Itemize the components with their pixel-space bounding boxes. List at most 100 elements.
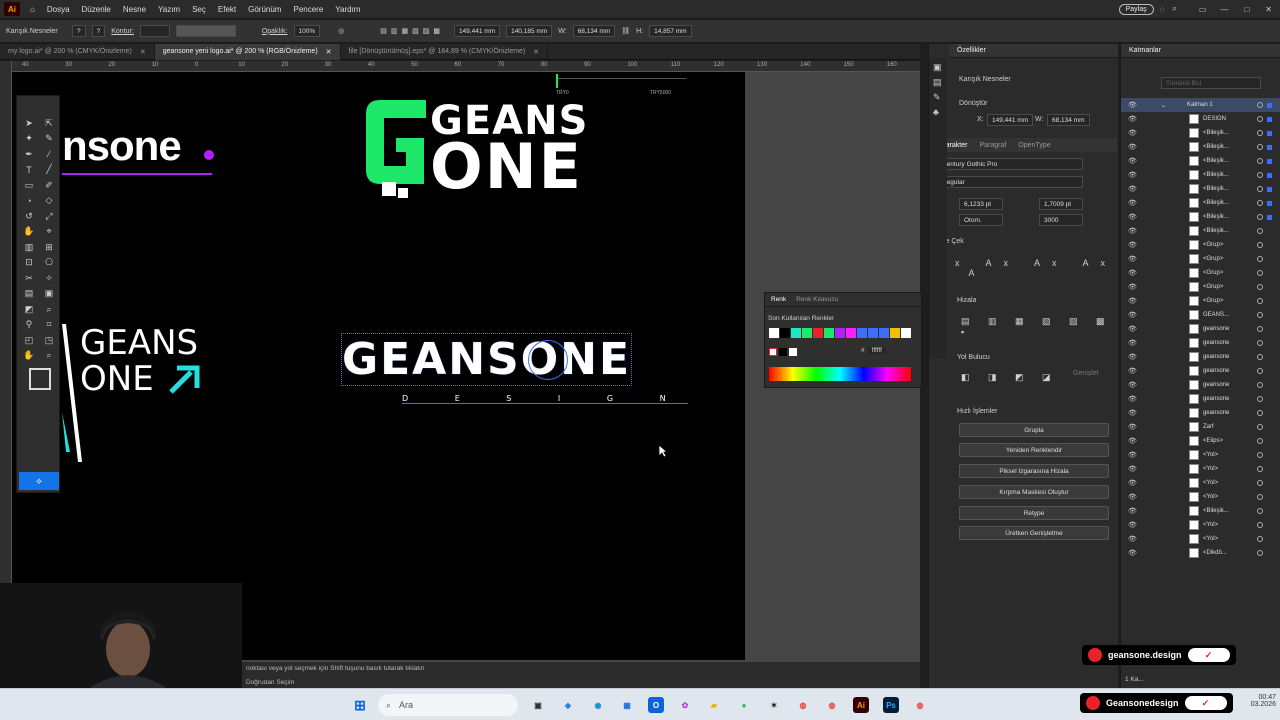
layer-row-label[interactable]: geansone bbox=[1203, 396, 1229, 402]
constrain-icon[interactable]: ⛓ bbox=[621, 27, 630, 35]
target-icon[interactable] bbox=[1257, 228, 1263, 234]
target-icon[interactable] bbox=[1257, 102, 1263, 108]
none-swatch[interactable] bbox=[769, 348, 777, 356]
recent-color-swatch[interactable] bbox=[769, 328, 779, 338]
eye-icon[interactable]: 👁 bbox=[1128, 465, 1137, 473]
tool-icon[interactable]: ➤ bbox=[21, 116, 37, 130]
eye-icon[interactable]: 👁 bbox=[1128, 199, 1137, 207]
x-input[interactable]: 149,441 mm bbox=[453, 25, 501, 37]
tool-icon[interactable]: ⇱ bbox=[41, 116, 57, 130]
target-icon[interactable] bbox=[1257, 312, 1263, 318]
close-icon[interactable]: ✕ bbox=[533, 48, 539, 56]
tool-icon[interactable]: ⊞ bbox=[41, 240, 57, 254]
layer-row[interactable]: 👁 geansone bbox=[1121, 336, 1280, 350]
layer-row-label[interactable]: <Bileşik... bbox=[1203, 186, 1229, 192]
layer-row[interactable]: 👁 geansone bbox=[1121, 378, 1280, 392]
target-icon[interactable] bbox=[1257, 116, 1263, 122]
layer-row-label[interactable]: <Bileşik... bbox=[1203, 158, 1229, 164]
target-icon[interactable] bbox=[1257, 438, 1263, 444]
recent-color-swatch[interactable] bbox=[890, 328, 900, 338]
font-family-select[interactable]: Century Gothic Pro bbox=[937, 158, 1083, 170]
layer-row[interactable]: 👁 <Bileşik... bbox=[1121, 140, 1280, 154]
layer-row[interactable]: 👁 <Yol> bbox=[1121, 532, 1280, 546]
stroke-weight-input[interactable] bbox=[139, 25, 170, 37]
chrome-profile-icon[interactable]: ◍ bbox=[824, 697, 840, 713]
target-icon[interactable] bbox=[1257, 396, 1263, 402]
layer-row-label[interactable]: GEANS... bbox=[1203, 312, 1229, 318]
tab-file-converted[interactable]: file [Dönüştürülmüş].eps* @ 184,89 % (CM… bbox=[341, 43, 549, 60]
tab-color-guide[interactable]: Renk Kılavuzu bbox=[796, 296, 838, 303]
layer-row-label[interactable]: <Grup> bbox=[1203, 242, 1223, 248]
layer-row[interactable]: 👁 <Grup> bbox=[1121, 252, 1280, 266]
font-style-select[interactable]: Regular bbox=[937, 176, 1083, 188]
eye-icon[interactable]: 👁 bbox=[1128, 353, 1137, 361]
tool-icon[interactable]: ↺ bbox=[21, 209, 37, 223]
eye-icon[interactable]: 👁 bbox=[1128, 535, 1137, 543]
layer-row-label[interactable]: <Yol> bbox=[1203, 480, 1218, 486]
eye-icon[interactable]: 👁 bbox=[1128, 409, 1137, 417]
libraries-icon[interactable]: ▤ bbox=[933, 77, 943, 88]
tool-icon[interactable]: ╱ bbox=[41, 163, 57, 177]
chevron-down-icon[interactable]: ⌄ bbox=[1161, 102, 1166, 109]
spotify-icon[interactable]: ● bbox=[736, 697, 752, 713]
tool-icon[interactable]: ▥ bbox=[21, 240, 37, 254]
eye-icon[interactable]: 👁 bbox=[1128, 451, 1137, 459]
pathfinder-icons[interactable]: ◧ ◨ ◩ ◪ bbox=[961, 372, 1059, 383]
layer-row-label[interactable]: DESIGN bbox=[1203, 116, 1226, 122]
target-icon[interactable] bbox=[1257, 298, 1263, 304]
tab-my-logo[interactable]: my logo.ai* @ 200 % (CMYK/Önizleme) ✕ bbox=[0, 43, 155, 60]
stroke-swatch[interactable]: ? bbox=[91, 25, 106, 37]
target-icon[interactable] bbox=[1257, 144, 1263, 150]
hex-value[interactable]: ffffff bbox=[867, 347, 886, 354]
layer-row-label[interactable]: <Bileşik... bbox=[1203, 172, 1229, 178]
layer-row-label[interactable]: <Bileşik... bbox=[1203, 508, 1229, 514]
target-icon[interactable] bbox=[1257, 130, 1263, 136]
layer-row-label[interactable]: <Grup> bbox=[1203, 298, 1223, 304]
target-icon[interactable] bbox=[1257, 242, 1263, 248]
layer-row[interactable]: 👁 GEANS... bbox=[1121, 308, 1280, 322]
layers-title[interactable]: Katmanlar bbox=[1121, 44, 1280, 58]
layer-row-label[interactable]: <Yol> bbox=[1203, 494, 1218, 500]
tool-icon[interactable]: ▣ bbox=[41, 287, 57, 301]
layer-row[interactable]: 👁 <Grup> bbox=[1121, 238, 1280, 252]
eye-icon[interactable]: 👁 bbox=[1128, 283, 1137, 291]
target-icon[interactable] bbox=[1257, 382, 1263, 388]
layer-row[interactable]: 👁 <Bileşik... bbox=[1121, 182, 1280, 196]
tool-icon[interactable]: ◳ bbox=[41, 333, 57, 347]
copilot-icon[interactable]: ◆ bbox=[560, 697, 576, 713]
layer-row[interactable]: 👁 <Bileşik... bbox=[1121, 196, 1280, 210]
target-icon[interactable] bbox=[1257, 200, 1263, 206]
recent-color-swatch[interactable] bbox=[857, 328, 867, 338]
eye-icon[interactable]: 👁 bbox=[1128, 213, 1137, 221]
tool-icon[interactable]: ◇ bbox=[41, 194, 57, 208]
photos-icon[interactable]: ✿ bbox=[677, 697, 693, 713]
layer-row-label[interactable]: <Elips> bbox=[1203, 438, 1223, 444]
font-size-input[interactable]: 6,1233 pt bbox=[959, 198, 1003, 210]
edit-toolbar-button[interactable]: ⟡ bbox=[19, 472, 59, 490]
recolor-button[interactable]: Yeniden Renklendir bbox=[959, 443, 1109, 457]
outlook-icon[interactable]: O bbox=[648, 697, 664, 713]
layer-row[interactable]: 👁 <Bileşik... bbox=[1121, 154, 1280, 168]
close-icon[interactable]: ✕ bbox=[326, 48, 332, 56]
tool-icon[interactable]: T bbox=[21, 163, 37, 177]
app-icon[interactable]: ✶ bbox=[766, 697, 782, 713]
tool-icon[interactable]: ⌗ bbox=[41, 318, 57, 332]
maximize-icon[interactable]: □ bbox=[1244, 5, 1249, 14]
ruler-horizontal[interactable]: 40 30 20 10 0 10 20 30 40 50 60 70 80 90 100 110 120 130 1… bbox=[12, 61, 920, 72]
layer-row[interactable]: 👁 geansone bbox=[1121, 406, 1280, 420]
layer-row-label[interactable]: <Dikdö... bbox=[1203, 550, 1227, 556]
recent-color-swatch[interactable] bbox=[879, 328, 889, 338]
tool-icon[interactable]: ✋ bbox=[21, 225, 37, 239]
tool-icon[interactable]: ◰ bbox=[21, 333, 37, 347]
layer-row-label[interactable]: <Yol> bbox=[1203, 522, 1218, 528]
layer-row-label[interactable]: geansone bbox=[1203, 340, 1229, 346]
target-icon[interactable] bbox=[1257, 508, 1263, 514]
target-icon[interactable] bbox=[1257, 368, 1263, 374]
tool-icon[interactable]: ⤢ bbox=[41, 209, 57, 223]
chrome-icon[interactable]: ◍ bbox=[795, 697, 811, 713]
windows-start-icon[interactable]: ⊞ bbox=[352, 697, 368, 713]
layer-row-main[interactable]: 👁 ⌄ Katman 1 bbox=[1121, 98, 1280, 112]
kerning-input[interactable]: Otom. bbox=[959, 214, 1003, 226]
close-window-icon[interactable]: ✕ bbox=[1265, 5, 1272, 14]
eye-icon[interactable]: 👁 bbox=[1128, 493, 1137, 501]
